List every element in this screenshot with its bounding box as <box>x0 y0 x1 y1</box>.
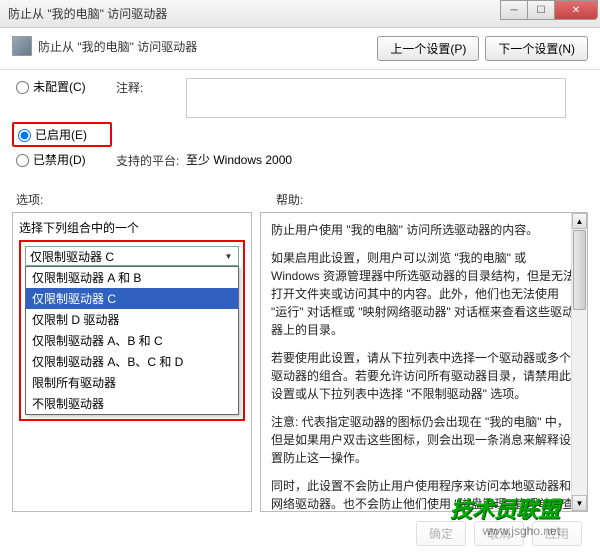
vertical-scrollbar[interactable]: ▲ ▼ <box>571 213 587 511</box>
help-text: 防止用户使用 "我的电脑" 访问所选驱动器的内容。 如果启用此设置，则用户可以浏… <box>271 221 577 512</box>
help-label: 帮助: <box>276 193 303 207</box>
help-panel: 防止用户使用 "我的电脑" 访问所选驱动器的内容。 如果启用此设置，则用户可以浏… <box>260 212 588 512</box>
options-label: 选项: <box>16 193 43 207</box>
prev-setting-button[interactable]: 上一个设置(P) <box>377 36 479 61</box>
dd-item-0[interactable]: 仅限制驱动器 A 和 B <box>26 267 238 288</box>
radio-not-configured-label: 未配置(C) <box>33 78 86 95</box>
radio-enabled-label: 已启用(E) <box>35 126 87 143</box>
radio-enabled-input[interactable] <box>18 129 31 142</box>
panels: 选择下列组合中的一个 仅限制驱动器 C ▼ 仅限制驱动器 A 和 B 仅限制驱动… <box>0 212 600 524</box>
scroll-down-button[interactable]: ▼ <box>572 495 587 511</box>
drive-dropdown: 仅限制驱动器 A 和 B 仅限制驱动器 C 仅限制 D 驱动器 仅限制驱动器 A… <box>25 266 239 415</box>
close-button[interactable]: ✕ <box>554 0 598 20</box>
dd-item-2[interactable]: 仅限制 D 驱动器 <box>26 309 238 330</box>
scroll-up-button[interactable]: ▲ <box>572 213 587 229</box>
options-prompt: 选择下列组合中的一个 <box>19 219 245 236</box>
help-p4: 注意: 代表指定驱动器的图标仍会出现在 "我的电脑" 中，但是如果用户双击这些图… <box>271 413 577 467</box>
policy-icon <box>12 36 32 56</box>
cancel-button[interactable]: 取消 <box>474 521 524 546</box>
window-controls: ─ ☐ ✕ <box>501 0 598 20</box>
window-title: 防止从 "我的电脑" 访问驱动器 <box>8 5 167 22</box>
dd-item-5[interactable]: 限制所有驱动器 <box>26 372 238 393</box>
maximize-button[interactable]: ☐ <box>527 0 555 20</box>
platform-label: 支持的平台: <box>116 151 186 169</box>
radio-disabled-input[interactable] <box>16 154 29 167</box>
minimize-button[interactable]: ─ <box>500 0 528 20</box>
chevron-down-icon[interactable]: ▼ <box>221 248 236 264</box>
config-area: 未配置(C) 注释: 已启用(E) 已禁用(D) 支持的平台: 至少 Windo… <box>0 70 600 183</box>
drive-combo-value: 仅限制驱动器 C <box>30 248 114 265</box>
ok-button[interactable]: 确定 <box>416 521 466 546</box>
radio-disabled-label: 已禁用(D) <box>33 151 86 168</box>
drive-combo[interactable]: 仅限制驱动器 C ▼ <box>25 246 239 266</box>
comment-label: 注释: <box>116 78 186 96</box>
dialog-footer: 确定 取消 应用 <box>416 521 582 546</box>
next-setting-button[interactable]: 下一个设置(N) <box>485 36 588 61</box>
scroll-thumb[interactable] <box>573 230 586 310</box>
titlebar: 防止从 "我的电脑" 访问驱动器 ─ ☐ ✕ <box>0 0 600 28</box>
dd-item-3[interactable]: 仅限制驱动器 A、B 和 C <box>26 330 238 351</box>
header: 防止从 "我的电脑" 访问驱动器 上一个设置(P) 下一个设置(N) <box>0 28 600 70</box>
help-p1: 防止用户使用 "我的电脑" 访问所选驱动器的内容。 <box>271 221 577 239</box>
comment-textarea[interactable] <box>186 78 566 118</box>
page-title: 防止从 "我的电脑" 访问驱动器 <box>38 36 377 55</box>
platform-value: 至少 Windows 2000 <box>186 151 584 168</box>
radio-not-configured[interactable]: 未配置(C) <box>16 78 116 95</box>
radio-disabled[interactable]: 已禁用(D) <box>16 151 116 168</box>
help-p5: 同时，此设置不会防止用户使用程序来访问本地驱动器和网络驱动器。也不会防止他们使用… <box>271 477 577 512</box>
nav-buttons: 上一个设置(P) 下一个设置(N) <box>377 36 588 61</box>
radio-enabled[interactable]: 已启用(E) <box>12 122 112 147</box>
radio-not-configured-input[interactable] <box>16 81 29 94</box>
dd-item-4[interactable]: 仅限制驱动器 A、B、C 和 D <box>26 351 238 372</box>
help-p2: 如果启用此设置，则用户可以浏览 "我的电脑" 或 Windows 资源管理器中所… <box>271 249 577 339</box>
dd-item-6[interactable]: 不限制驱动器 <box>26 393 238 414</box>
dd-item-1[interactable]: 仅限制驱动器 C <box>26 288 238 309</box>
help-p3: 若要使用此设置，请从下拉列表中选择一个驱动器或多个驱动器的组合。若要允许访问所有… <box>271 349 577 403</box>
section-headers: 选项: 帮助: <box>0 183 600 212</box>
options-panel: 选择下列组合中的一个 仅限制驱动器 C ▼ 仅限制驱动器 A 和 B 仅限制驱动… <box>12 212 252 512</box>
apply-button[interactable]: 应用 <box>532 521 582 546</box>
